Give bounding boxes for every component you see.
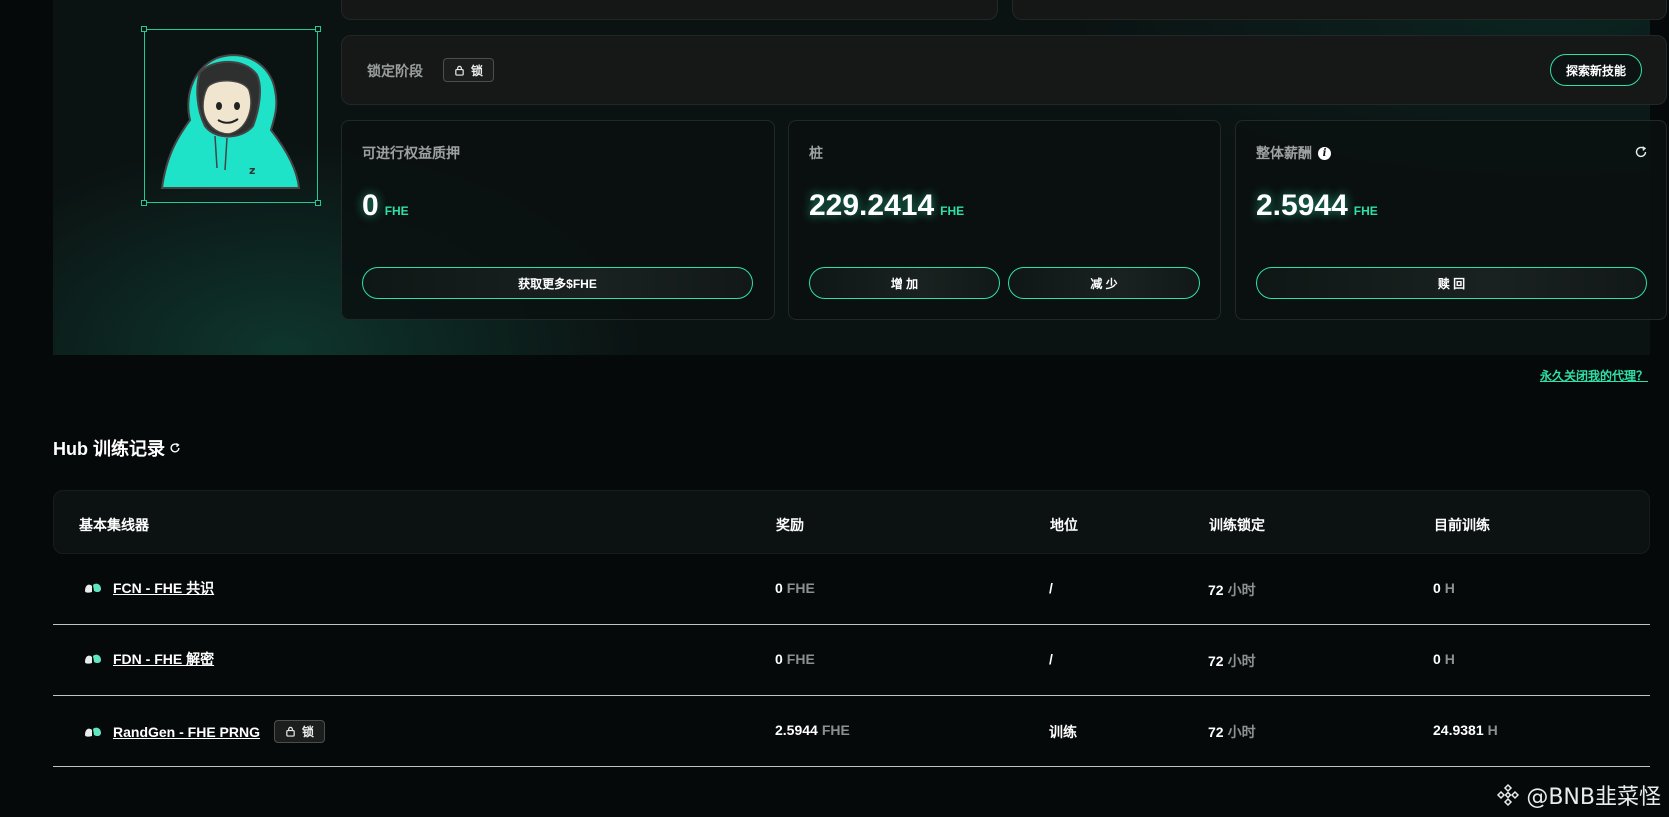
- stake-card: 桩 229.2414 FHE 增 加 减 少: [788, 120, 1221, 320]
- reward-value: 2.5944: [775, 722, 818, 738]
- refresh-icon[interactable]: [169, 442, 181, 454]
- svg-text:z: z: [249, 164, 255, 177]
- card-title-text: 整体薪酬: [1256, 145, 1312, 161]
- value-number: 2.5944: [1256, 189, 1348, 222]
- lock-badge: 锁: [443, 58, 495, 82]
- value-unit: FHE: [940, 204, 965, 218]
- value-number: 229.2414: [809, 189, 935, 222]
- phase-label: 锁定阶段: [367, 63, 423, 79]
- hub-link[interactable]: RandGen - FHE PRNG: [113, 724, 260, 740]
- reward-cell: 0 FHE: [775, 580, 815, 596]
- watermark: @BNB韭菜怪: [1496, 779, 1661, 811]
- reward-value: 0: [775, 580, 783, 596]
- stakeable-card: 可进行权益质押 0 FHE 获取更多$FHE: [341, 120, 775, 320]
- reward-unit: FHE: [786, 580, 815, 596]
- refresh-icon[interactable]: [1634, 145, 1648, 159]
- value-unit: FHE: [1353, 204, 1378, 218]
- current-value: 0: [1433, 580, 1441, 596]
- lock-unit: 小时: [1227, 582, 1256, 598]
- agent-panel: z 锁定阶段 锁 探索新技能 可进行权益质押 0 FHE 获取更多$FHE 桩 …: [53, 0, 1667, 355]
- current-unit: H: [1487, 722, 1498, 738]
- training-lock-cell: 72 小时: [1208, 722, 1256, 742]
- status-cell: /: [1049, 580, 1053, 596]
- page: z 锁定阶段 锁 探索新技能 可进行权益质押 0 FHE 获取更多$FHE 桩 …: [0, 0, 1669, 817]
- column-header-current-training: 目前训练: [1434, 517, 1490, 533]
- column-header-reward: 奖励: [776, 517, 804, 533]
- lock-value: 72: [1208, 724, 1224, 740]
- lock-badge-label: 锁: [471, 63, 484, 78]
- redeem-button[interactable]: 赎 回: [1256, 267, 1647, 299]
- training-lock-cell: 72 小时: [1208, 651, 1256, 671]
- current-unit: H: [1444, 580, 1455, 596]
- table-row: RandGen - FHE PRNG 锁 2.5944 FHE 训练 72 小时 …: [53, 696, 1650, 767]
- card-title: 可进行权益质押: [362, 143, 460, 163]
- reward-unit: FHE: [821, 722, 850, 738]
- close-agent-link[interactable]: 永久关闭我的代理？: [1540, 367, 1648, 384]
- card-title: 桩: [809, 143, 823, 163]
- lock-icon: [286, 726, 295, 737]
- info-icon[interactable]: i: [1318, 146, 1331, 160]
- hub-title: Hub 训练记录: [53, 435, 181, 461]
- column-header-status: 地位: [1050, 517, 1078, 533]
- lock-phase-bar: 锁定阶段 锁 探索新技能: [341, 35, 1667, 105]
- hub-link[interactable]: FCN - FHE 共识: [113, 578, 214, 598]
- table-row: FCN - FHE 共识 0 FHE / 72 小时 0H: [53, 554, 1650, 625]
- reward-cell: 0 FHE: [775, 651, 815, 667]
- table-header: 基本集线器 奖励 地位 训练锁定 目前训练: [53, 490, 1650, 554]
- get-more-fhe-button[interactable]: 获取更多$FHE: [362, 267, 753, 299]
- hub-logo-icon: [85, 727, 101, 737]
- lock-unit: 小时: [1227, 653, 1256, 669]
- value-number: 0: [362, 189, 379, 222]
- rewards-card: 整体薪酬 i 2.5944 FHE 赎 回: [1235, 120, 1667, 320]
- reward-unit: FHE: [786, 651, 815, 667]
- current-value: 0: [1433, 651, 1441, 667]
- lock-value: 72: [1208, 582, 1224, 598]
- hub-link[interactable]: FDN - FHE 解密: [113, 649, 214, 669]
- stakeable-value: 0 FHE: [362, 189, 409, 223]
- lock-value: 72: [1208, 653, 1224, 669]
- training-lock-cell: 72 小时: [1208, 580, 1256, 600]
- card-title: 整体薪酬 i: [1256, 143, 1331, 163]
- hub-logo-icon: [85, 654, 101, 664]
- card-title-text: 桩: [809, 145, 823, 161]
- hub-name-cell: FDN - FHE 解密: [83, 649, 214, 669]
- agent-avatar[interactable]: z: [141, 26, 321, 206]
- increase-stake-button[interactable]: 增 加: [809, 267, 1000, 299]
- current-unit: H: [1444, 651, 1455, 667]
- explore-skills-button[interactable]: 探索新技能: [1550, 54, 1642, 86]
- card-title-text: 可进行权益质押: [362, 145, 460, 161]
- reward-cell: 2.5944 FHE: [775, 722, 850, 738]
- hub-title-text: Hub 训练记录: [53, 439, 165, 459]
- lock-badge-label: 锁: [302, 725, 315, 739]
- value-unit: FHE: [384, 204, 409, 218]
- lock-icon: [455, 65, 464, 76]
- status-cell: /: [1049, 651, 1053, 667]
- hub-logo-icon: [85, 583, 101, 593]
- column-header-training-lock: 训练锁定: [1209, 517, 1265, 533]
- hub-name-cell: FCN - FHE 共识: [83, 578, 214, 598]
- column-header-hub: 基本集线器: [79, 517, 149, 533]
- card-top-stub: [341, 0, 998, 20]
- card-top-stub: [1012, 0, 1667, 20]
- table-row: FDN - FHE 解密 0 FHE / 72 小时 0H: [53, 625, 1650, 696]
- hooded-character-icon: z: [160, 54, 301, 189]
- reward-value: 0: [775, 651, 783, 667]
- hub-name-cell: RandGen - FHE PRNG 锁: [83, 720, 326, 743]
- lock-unit: 小时: [1227, 724, 1256, 740]
- current-training-cell: 24.9381 H: [1433, 722, 1498, 738]
- lock-badge: 锁: [274, 720, 326, 743]
- current-training-cell: 0H: [1433, 651, 1455, 667]
- rewards-value: 2.5944 FHE: [1256, 189, 1378, 223]
- current-training-cell: 0H: [1433, 580, 1455, 596]
- stake-value: 229.2414 FHE: [809, 189, 964, 223]
- status-cell: 训练: [1049, 724, 1077, 740]
- current-value: 24.9381: [1433, 722, 1484, 738]
- watermark-text: @BNB韭菜怪: [1526, 785, 1661, 810]
- decrease-stake-button[interactable]: 减 少: [1008, 267, 1200, 299]
- binance-logo-icon: [1497, 783, 1520, 807]
